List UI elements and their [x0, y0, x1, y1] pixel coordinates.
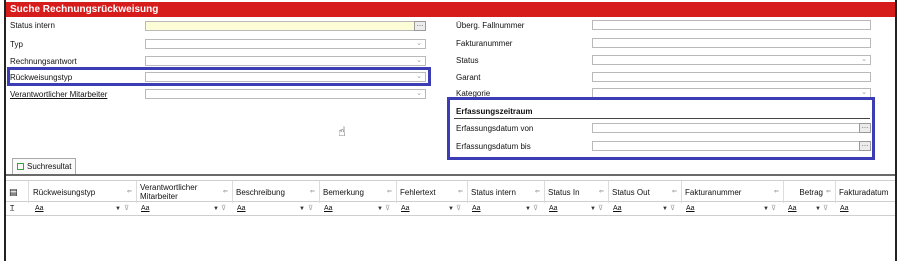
column-header[interactable]: Betrag ⇐	[784, 181, 836, 203]
filter-cell[interactable]: Aa ▼ ⊽	[234, 204, 318, 214]
filter-icon: ⊽	[456, 205, 462, 212]
sort-icon[interactable]: ⇐	[535, 188, 540, 197]
chevron-down-icon: ▼	[662, 206, 668, 212]
filter-icon: ⊽	[823, 205, 829, 212]
sort-icon[interactable]: ⇐	[826, 188, 831, 197]
chevron-down-icon: ⌄	[416, 90, 422, 97]
results-grid-header: ▤ Rückweisungstyp ⇐ Verantwortlicher Mita…	[6, 180, 895, 203]
filter-row-icon: T̲	[10, 205, 15, 212]
chevron-down-icon: ▼	[448, 206, 454, 212]
column-header[interactable]: Fakturanummer ⇐	[682, 181, 784, 203]
verantwortlicher-mitarbeiter-select[interactable]: ⌄	[145, 89, 426, 99]
highlight-erfassungszeitraum	[447, 97, 875, 160]
filter-cell[interactable]: Aa ▼ ⊽	[469, 204, 543, 214]
column-header[interactable]: Bemerkung ⇐	[320, 181, 397, 203]
window-title: Suche Rechnungsrückweisung	[6, 2, 895, 17]
filter-cell[interactable]: Aa ▼ ⊽	[32, 204, 135, 214]
chevron-down-icon: ▼	[590, 206, 596, 212]
sort-icon[interactable]: ⇐	[672, 188, 677, 197]
hand-pointer-icon: ☝	[338, 124, 346, 139]
search-window: Suche Rechnungsrückweisung Status intern…	[4, 0, 897, 261]
label-garant: Garant	[456, 73, 481, 82]
label-verantwortlicher-mitarbeiter[interactable]: Verantwortlicher Mitarbeiter	[10, 90, 107, 100]
filter-cell[interactable]: Aa ▼ ⊽	[138, 204, 231, 214]
filter-cell[interactable]: Aa ▼ ⊽	[785, 204, 834, 214]
filter-icon: ⊽	[124, 205, 130, 212]
label-status: Status	[456, 56, 479, 65]
column-header[interactable]: Beschreibung ⇐	[233, 181, 320, 203]
label-status-intern: Status intern	[10, 21, 55, 30]
sort-icon[interactable]: ⇐	[127, 188, 132, 197]
filter-cell[interactable]: Aa ▼ ⊽	[398, 204, 466, 214]
filter-icon: ⊽	[221, 205, 227, 212]
filter-icon: ⊽	[771, 205, 777, 212]
filter-cell[interactable]: Aa ▼ ⊽	[321, 204, 395, 214]
filter-icon: ⊽	[308, 205, 314, 212]
chevron-down-icon: ▼	[763, 206, 769, 212]
filter-icon: ⊽	[670, 205, 676, 212]
chevron-down-icon: ▼	[815, 206, 821, 212]
filter-icon: ⊽	[598, 205, 604, 212]
tab-status-icon	[17, 163, 24, 170]
status-select[interactable]: ⌄	[592, 55, 871, 65]
column-header[interactable]: Status In ⇐	[545, 181, 609, 203]
filter-icon: ⊽	[533, 205, 539, 212]
sort-icon[interactable]: ⇐	[774, 188, 779, 197]
grid-settings-icon[interactable]: ▤	[9, 187, 18, 197]
status-intern-field[interactable]: …	[145, 21, 426, 31]
lookup-icon[interactable]: …	[414, 21, 426, 31]
ueberg-fallnummer-input[interactable]	[592, 20, 871, 30]
chevron-down-icon: ⌄	[861, 56, 867, 63]
column-header[interactable]: Verantwortlicher Mitarbeiter ⇐	[137, 181, 233, 203]
sort-icon[interactable]: ⇐	[599, 188, 604, 197]
chevron-down-icon: ⌄	[416, 57, 422, 64]
typ-select[interactable]: ⌄	[145, 39, 426, 49]
filter-cell[interactable]: Aa ▼ ⊽	[610, 204, 680, 214]
sort-icon[interactable]: ⇐	[310, 188, 315, 197]
chevron-down-icon: ▼	[377, 206, 383, 212]
column-header[interactable]: Status Out ⇐	[609, 181, 682, 203]
chevron-down-icon: ▼	[213, 206, 219, 212]
garant-input[interactable]	[592, 72, 871, 82]
tab-suchresultat[interactable]: Suchresultat	[12, 158, 76, 174]
sort-icon[interactable]: ⇐	[387, 188, 392, 197]
column-header[interactable]: Fehlertext ⇐	[397, 181, 468, 203]
rechnungsantwort-select[interactable]: ⌄	[145, 56, 426, 66]
filter-icon: ⊽	[385, 205, 391, 212]
sort-icon[interactable]: ⇐	[458, 188, 463, 197]
chevron-down-icon: ▼	[299, 206, 305, 212]
label-rechnungsantwort: Rechnungsantwort	[10, 57, 77, 66]
column-header[interactable]: Status intern ⇐	[468, 181, 545, 203]
tab-separator	[6, 174, 895, 176]
chevron-down-icon: ▼	[115, 206, 121, 212]
label-ueberg-fallnummer: Überg. Fallnummer	[456, 21, 525, 30]
fakturanummer-input[interactable]	[592, 38, 871, 48]
sort-icon[interactable]: ⇐	[223, 188, 228, 197]
filter-cell[interactable]: Aa ▼ ⊽	[683, 204, 782, 214]
chevron-down-icon: ⌄	[416, 40, 422, 47]
tab-label: Suchresultat	[27, 162, 72, 171]
column-header[interactable]: Rückweisungstyp ⇐	[30, 181, 137, 203]
label-fakturanummer: Fakturanummer	[456, 39, 513, 48]
chevron-down-icon: ▼	[525, 206, 531, 212]
column-header[interactable]: Fakturadatum	[836, 181, 895, 203]
grid-settings-cell[interactable]: ▤	[6, 181, 29, 203]
filter-cell[interactable]: Aa ▼ ⊽	[546, 204, 607, 214]
label-typ: Typ	[10, 40, 23, 49]
highlight-rueckweisungstyp	[7, 67, 431, 86]
filter-cell[interactable]: Aa	[837, 204, 893, 214]
grid-filter-row: T̲ Aa ▼ ⊽ Aa ▼ ⊽ Aa ▼ ⊽ Aa ▼ ⊽ Aa ▼ ⊽ Aa ▼ ⊽ Aa ▼ ⊽ Aa…	[6, 202, 895, 216]
